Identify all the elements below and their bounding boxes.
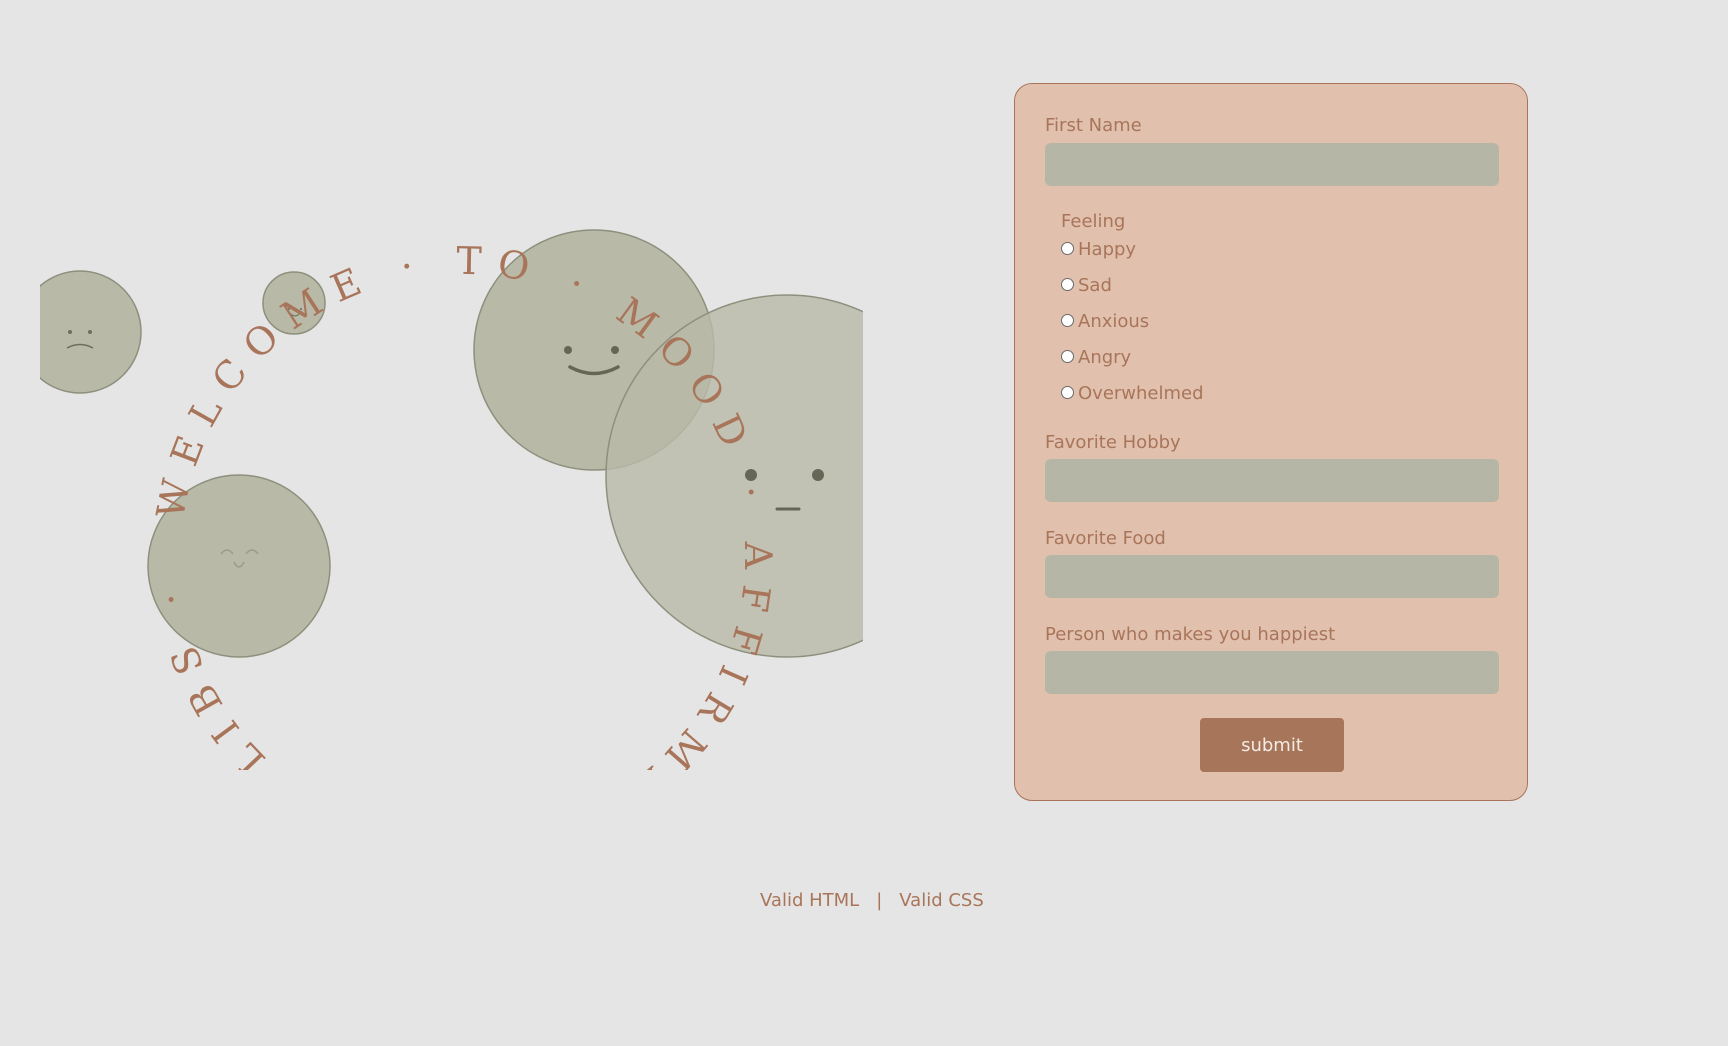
feeling-option-angry[interactable]: Angry [1061, 345, 1131, 371]
hero-svg: WELCOME · TO · MOOD · AFFIRMATION · MADL… [40, 229, 863, 770]
feeling-option-label: Overwhelmed [1078, 383, 1204, 404]
first-name-input[interactable] [1045, 143, 1499, 186]
footer: Valid HTML | Valid CSS [760, 888, 984, 912]
feeling-option-label: Sad [1078, 275, 1112, 296]
happiest-person-input[interactable] [1045, 651, 1499, 694]
feeling-option-happy[interactable]: Happy [1061, 237, 1136, 263]
feeling-option-label: Angry [1078, 347, 1132, 368]
madlibs-form: First Name Feeling Happy Sad Anxious Ang… [1014, 83, 1528, 801]
feeling-option-label: Anxious [1078, 311, 1150, 332]
favorite-hobby-label: Favorite Hobby [1045, 432, 1181, 453]
radio-circle-icon[interactable] [1061, 241, 1074, 255]
radio-circle-icon[interactable] [1061, 277, 1074, 291]
favorite-food-input[interactable] [1045, 555, 1499, 598]
feeling-option-anxious[interactable]: Anxious [1061, 309, 1149, 335]
feeling-option-sad[interactable]: Sad [1061, 273, 1112, 299]
feeling-option-overwhelmed[interactable]: Overwhelmed [1061, 381, 1204, 407]
footer-separator: | [876, 889, 883, 911]
radio-circle-icon[interactable] [1061, 313, 1074, 327]
sad-face-icon [40, 270, 142, 394]
page: WELCOME · TO · MOOD · AFFIRMATION · MADL… [0, 0, 1728, 1046]
feeling-option-label: Happy [1078, 239, 1137, 260]
hero-graphic: WELCOME · TO · MOOD · AFFIRMATION · MADL… [40, 130, 863, 770]
radio-circle-icon[interactable] [1061, 385, 1074, 399]
favorite-food-label: Favorite Food [1045, 528, 1166, 549]
valid-html-link[interactable]: Valid HTML [760, 890, 859, 911]
favorite-hobby-input[interactable] [1045, 459, 1499, 502]
feeling-legend: Feeling [1061, 211, 1126, 232]
radio-circle-icon[interactable] [1061, 349, 1074, 363]
happiest-person-label: Person who makes you happiest [1045, 624, 1336, 645]
submit-button[interactable]: submit [1200, 718, 1344, 772]
valid-css-link[interactable]: Valid CSS [899, 890, 984, 911]
first-name-label: First Name [1045, 115, 1142, 136]
